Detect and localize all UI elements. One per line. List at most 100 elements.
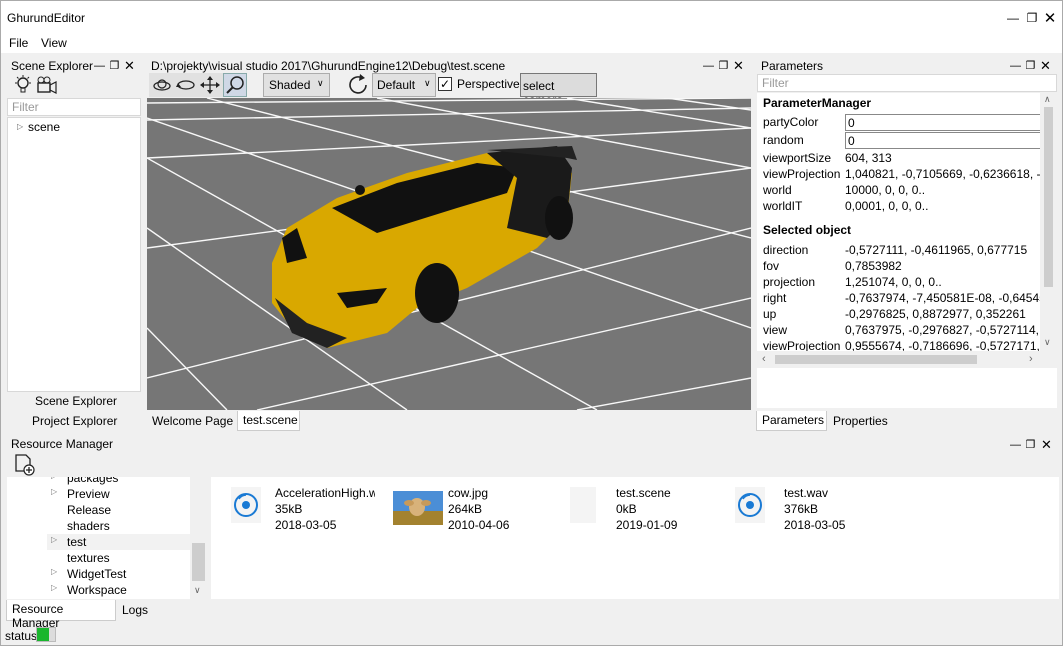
camera-icon[interactable] [36,75,58,97]
tab-welcome-page[interactable]: Welcome Page [152,414,233,428]
tree-item-selected[interactable]: ▷ test [51,535,86,551]
expand-arrow-icon[interactable]: ▷ [51,477,57,480]
rotate-icon[interactable] [175,75,197,95]
scene-filter-input[interactable]: Filter [7,98,141,116]
vertical-scrollbar[interactable]: ∨ [190,477,207,599]
file-item[interactable]: cow.jpg 264kB 2010-04-06 [393,485,543,537]
parameters-filter-input[interactable]: Filter [757,74,1057,92]
expand-arrow-icon[interactable]: ▷ [17,122,23,131]
scene-explorer-title: Scene Explorer [11,59,94,73]
scrollbar-thumb[interactable] [775,355,977,364]
tab-parameters-label: Parameters [762,413,825,427]
panel-float-icon[interactable]: ❐ [1024,59,1037,72]
file-item[interactable]: test.wav 376kB 2018-03-05 [733,485,883,537]
param-key: right [763,291,787,305]
param-key: worldIT [763,199,803,213]
panel-float-icon[interactable]: ❐ [1024,438,1037,451]
camera-mode-dropdown[interactable]: Default ∨ [372,73,436,97]
light-bulb-icon[interactable] [12,74,34,96]
menu-view[interactable]: View [41,36,67,50]
tree-item[interactable]: ▷ Workspace [51,583,127,599]
perspective-checkbox[interactable]: ✓ [438,77,452,91]
vertical-scrollbar[interactable]: ∧ ∨ [1040,93,1057,351]
tab-properties[interactable]: Properties [833,414,888,428]
menu-file[interactable]: File [9,36,28,50]
tab-resource-manager-label: Resource Manager [12,602,64,630]
parameters-list: ParameterManager partyColor random viewp… [757,93,1057,408]
expand-arrow-icon[interactable]: ▷ [51,487,57,496]
move-icon[interactable] [199,75,221,95]
panel-minimize-icon[interactable]: — [1009,438,1022,451]
tab-resource-manager[interactable]: Resource Manager [6,600,116,630]
scene-explorer-footer-tab[interactable]: Scene Explorer [35,394,117,408]
file-name: test.scene [616,486,671,500]
3d-viewport[interactable] [147,98,751,410]
file-info: test.wav 376kB 2018-03-05 [784,485,884,533]
param-value: -0,5727111, -0,4611965, 0,677715 [845,243,1028,257]
expand-arrow-icon[interactable]: ▷ [51,535,57,544]
expand-arrow-icon[interactable]: ▷ [51,583,57,592]
param-key: random [763,133,804,147]
tree-item-label: packages [67,477,119,485]
tab-test-scene[interactable]: test.scene [237,411,300,431]
tab-test-scene-label: test.scene [243,413,298,427]
tab-logs[interactable]: Logs [122,603,148,617]
panel-close-icon[interactable]: ✕ [1039,58,1052,73]
param-row: right -0,7637974, -7,450581E-08, -0,64545… [763,291,1053,307]
file-item[interactable]: test.scene 0kB 2019-01-09 [566,485,716,537]
scroll-down-icon[interactable]: ∨ [1044,337,1051,348]
tree-item[interactable]: ▷ WidgetTest [51,567,127,583]
perspective-label: Perspective [457,77,520,91]
minimize-icon[interactable]: — [1005,10,1021,26]
scene-filter-placeholder: Filter [12,100,39,114]
party-color-input[interactable] [845,114,1057,131]
tab-parameters[interactable]: Parameters [756,411,827,431]
random-input[interactable] [845,132,1057,149]
panel-close-icon[interactable]: ✕ [123,58,136,73]
tree-item[interactable]: textures [67,551,110,567]
param-value: 0,7637975, -0,2976827, -0,5727114, 0 [845,323,1049,337]
maximize-icon[interactable]: ❐ [1024,10,1040,26]
panel-close-icon[interactable]: ✕ [732,58,745,73]
panel-minimize-icon[interactable]: — [93,59,106,72]
shading-dropdown[interactable]: Shaded ∨ [263,73,330,97]
zoom-icon[interactable] [223,73,247,97]
expand-arrow-icon[interactable]: ▷ [51,567,57,576]
tree-item-label: Workspace [67,583,127,597]
scroll-up-icon[interactable]: ∧ [1044,94,1051,105]
panel-float-icon[interactable]: ❐ [108,59,121,72]
tree-item-label: WidgetTest [67,567,127,581]
resource-manager-panel: Resource Manager — ❐ ✕ ▷ packages ▷ Previe… [6,435,1059,600]
add-file-icon[interactable] [13,453,37,477]
tree-item[interactable]: Release [67,503,111,519]
scroll-down-icon[interactable]: ∨ [194,585,201,596]
panel-minimize-icon[interactable]: — [1009,59,1022,72]
panel-float-icon[interactable]: ❐ [717,59,730,72]
tree-item[interactable]: shaders [67,519,110,535]
horizontal-scrollbar[interactable]: ‹ › [757,351,1057,368]
scene-tree: ▷ scene [7,117,141,392]
audio-file-icon [733,485,767,525]
tree-item-label: Release [67,503,112,517]
tree-item[interactable]: ▷ packages [51,477,119,487]
tree-item[interactable]: ▷ Preview [51,487,110,503]
scrollbar-thumb[interactable] [1044,107,1053,287]
file-size: 0kB [616,502,637,516]
title-bar: GhurundEditor — ❐ ✕ [1,1,1062,35]
param-row: world 10000, 0, 0, 0.. [763,183,1053,199]
tab-project-explorer[interactable]: Project Explorer [32,414,117,428]
scrollbar-thumb[interactable] [192,543,205,581]
panel-close-icon[interactable]: ✕ [1040,437,1053,452]
orbit-icon[interactable] [151,75,173,95]
param-value: 10000, 0, 0, 0.. [845,183,926,197]
param-value: 0,7853982 [845,259,902,273]
scroll-left-icon[interactable]: ‹ [762,353,766,365]
file-item[interactable]: AccelerationHigh.w 35kB 2018-03-05 [229,485,379,537]
tree-item-scene[interactable]: scene [28,120,60,134]
refresh-icon[interactable] [347,73,371,97]
select-camera-button[interactable]: select camera [520,73,597,107]
scroll-right-icon[interactable]: › [1029,353,1033,365]
param-key: view [763,323,788,337]
panel-minimize-icon[interactable]: — [702,59,715,72]
close-icon[interactable]: ✕ [1042,10,1058,27]
